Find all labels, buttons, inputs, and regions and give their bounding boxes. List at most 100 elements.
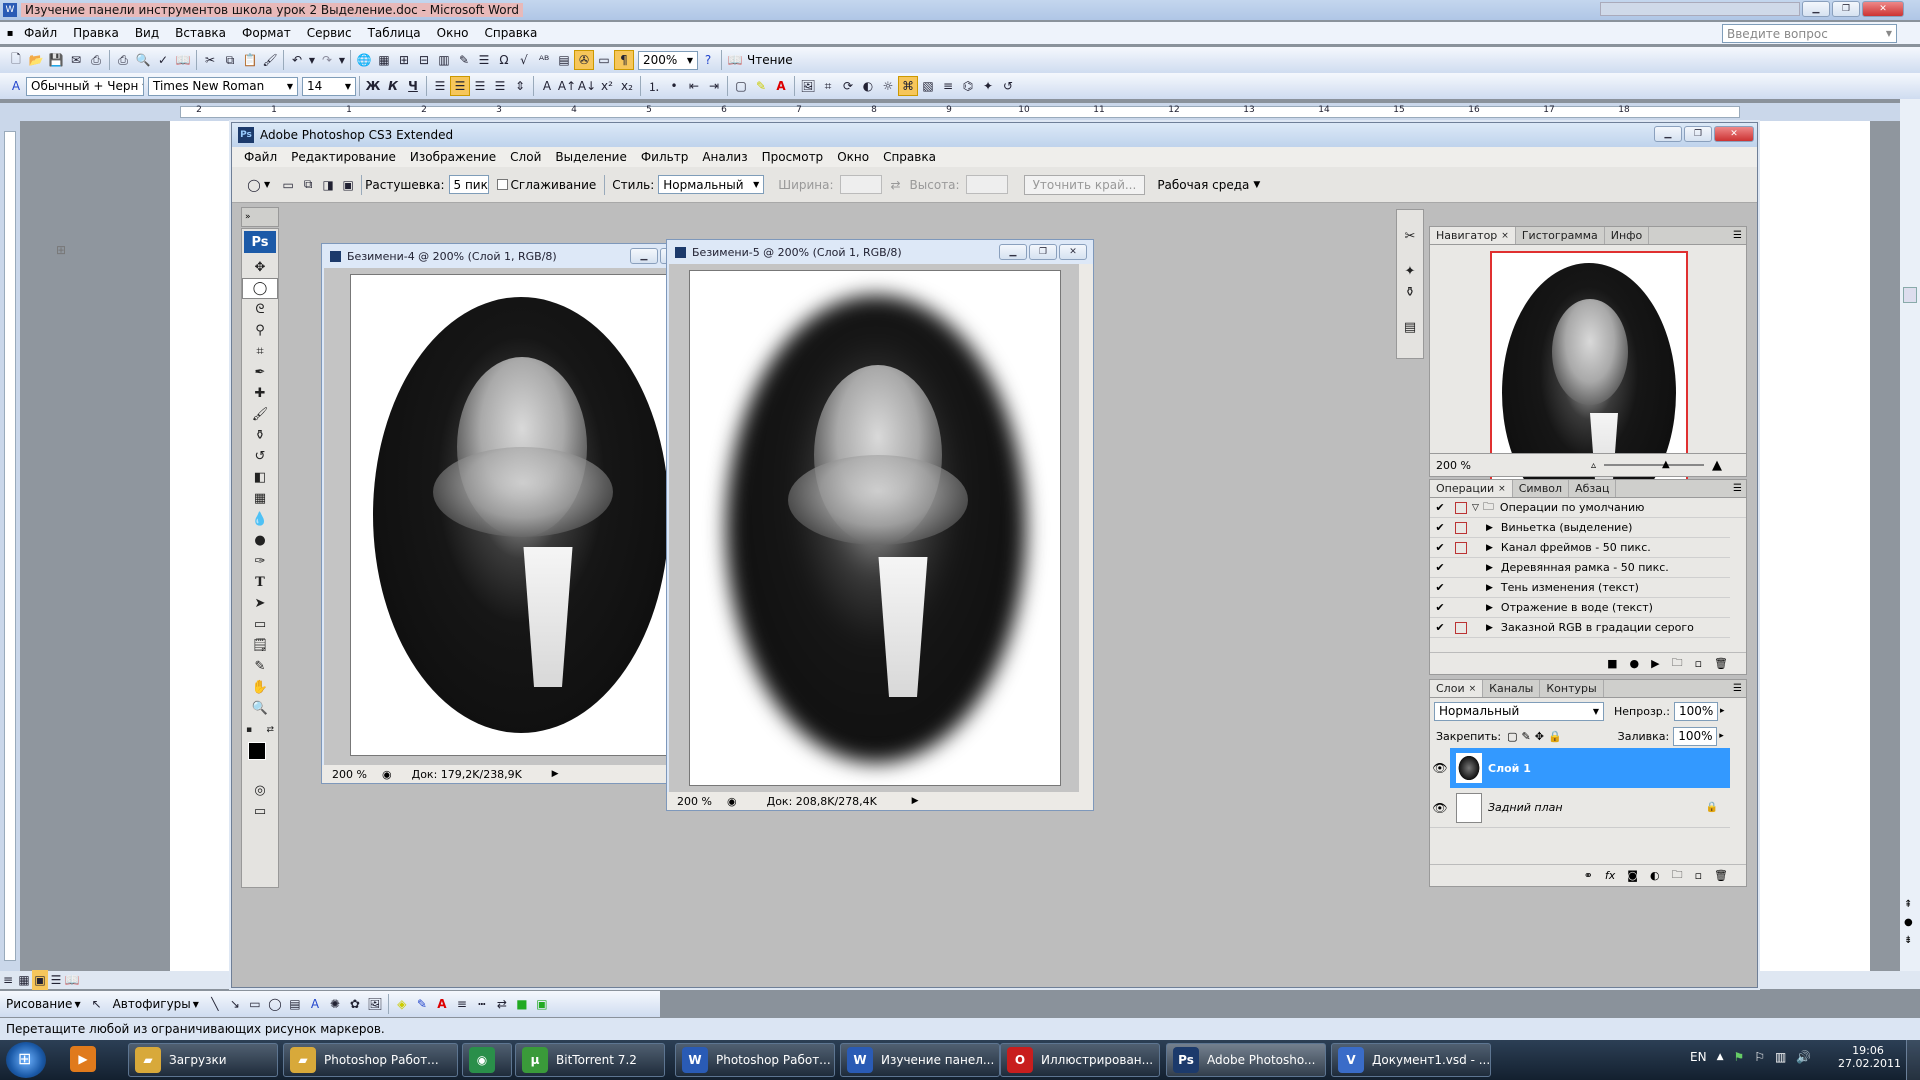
workspace-button[interactable]: Рабочая среда	[1157, 178, 1249, 192]
move-tool-icon[interactable]: ✥	[242, 257, 278, 278]
panel-tab[interactable]: Операции ×	[1430, 480, 1513, 497]
line-color-icon[interactable]: ✎	[412, 994, 432, 1014]
layer-name[interactable]: Слой 1	[1488, 762, 1531, 775]
action-row[interactable]: ✔ ▶ Виньетка (выделение)	[1430, 518, 1730, 538]
doc-window-1[interactable]: Безимени-4 @ 200% (Слой 1, RGB/8) ▁ ❐ ✕ …	[321, 243, 725, 784]
record-icon[interactable]: ●	[1629, 657, 1639, 670]
doc2-image[interactable]	[689, 270, 1061, 786]
format-picture-icon[interactable]: ▧	[918, 76, 938, 96]
doc2-canvas-area[interactable]	[669, 264, 1079, 792]
panel-tab[interactable]: Навигатор ×	[1430, 227, 1516, 244]
crop-tool-icon[interactable]: ⌗	[242, 341, 278, 362]
pen-tool-icon[interactable]: ✑	[242, 551, 278, 572]
doc1-canvas-area[interactable]	[324, 268, 710, 765]
doc2-title-bar[interactable]: Безимени-5 @ 200% (Слой 1, RGB/8) ▁ ❐ ✕	[667, 240, 1093, 264]
tab-close-icon[interactable]: ×	[1501, 231, 1509, 241]
action-dialog-icon[interactable]	[1455, 521, 1467, 534]
action-check-icon[interactable]: ✔	[1434, 601, 1446, 614]
style-select[interactable]: Обычный + Черн▼	[26, 76, 144, 96]
language-indicator[interactable]: EN	[1690, 1050, 1707, 1064]
panel-menu-icon[interactable]: ☰	[1733, 230, 1742, 241]
expand-icon[interactable]: ▶	[1486, 563, 1493, 573]
compress-icon[interactable]: ⌬	[958, 76, 978, 96]
clone-source-icon[interactable]: ⚱	[1397, 282, 1423, 303]
adjustment-layer-icon[interactable]: ◐	[1650, 869, 1660, 882]
paste-icon[interactable]: 📋	[240, 50, 260, 70]
prev-page-icon[interactable]: ⇞	[1904, 899, 1912, 910]
wordart-icon[interactable]: A	[305, 994, 325, 1014]
network-icon[interactable]: ▥	[1775, 1050, 1786, 1064]
word-menu-item[interactable]: Файл	[24, 26, 57, 40]
taskbar-button[interactable]: ▰ Photoshop Работ...	[283, 1043, 458, 1077]
blur-tool-icon[interactable]: 💧	[242, 509, 278, 530]
quick-mask-icon[interactable]: ◎	[242, 780, 278, 801]
styles-icon[interactable]: A	[6, 76, 26, 96]
ps-menu-item[interactable]: Изображение	[410, 150, 496, 164]
doc2-close-button[interactable]: ✕	[1059, 244, 1087, 260]
action-row[interactable]: ✔ ▶ Заказной RGB в градации серого	[1430, 618, 1730, 638]
visibility-eye-icon[interactable]: 👁	[1430, 748, 1450, 788]
word-menu-item[interactable]: Окно	[437, 26, 469, 40]
eraser-tool-icon[interactable]: ◧	[242, 467, 278, 488]
color-swatches[interactable]	[242, 740, 278, 780]
word-menu-item[interactable]: Правка	[73, 26, 119, 40]
select-objects-icon[interactable]: ↖	[87, 994, 107, 1014]
undo-arrow-icon[interactable]: ▼	[307, 50, 317, 70]
toolbar-grid-icon[interactable]: ▤	[554, 50, 574, 70]
diagram-icon[interactable]: ✺	[325, 994, 345, 1014]
redo-icon[interactable]: ↷	[317, 50, 337, 70]
word-menu-icon[interactable]: ▪	[0, 28, 20, 39]
word-menu-item[interactable]: Справка	[485, 26, 538, 40]
3d-icon[interactable]: ▣	[532, 994, 552, 1014]
taskbar-button[interactable]: O Иллюстрирован...	[1000, 1043, 1160, 1077]
lock-image-icon[interactable]: ✎	[1522, 730, 1531, 743]
layer-comps-icon[interactable]: ▤	[1397, 317, 1423, 338]
taskbar-button[interactable]: μ BitTorrent 7.2	[515, 1043, 665, 1077]
picture-icon[interactable]: 🖼	[798, 76, 818, 96]
new-group-icon[interactable]: 🗀	[1672, 866, 1683, 885]
bold-button[interactable]: Ж	[363, 76, 383, 96]
line-style-icon[interactable]: ≡	[938, 76, 958, 96]
doc2-status-icon[interactable]: ◉	[727, 795, 737, 808]
justify-icon[interactable]: ☰	[490, 76, 510, 96]
refine-edge-button[interactable]: Уточнить край...	[1023, 174, 1146, 195]
format-painter-icon[interactable]: 🖌	[260, 50, 280, 70]
action-row[interactable]: ✔ ▶ Канал фреймов - 50 пикс.	[1430, 538, 1730, 558]
delete-action-icon[interactable]: 🗑	[1714, 657, 1728, 670]
outline-view-icon[interactable]: ☰	[48, 970, 64, 990]
expand-icon[interactable]: ▶	[1486, 543, 1493, 553]
formula-icon[interactable]: √	[514, 50, 534, 70]
drawing-icon[interactable]: ✎	[454, 50, 474, 70]
word-minimize-button[interactable]: ▁	[1802, 1, 1830, 17]
layer-row-1[interactable]: 👁 Слой 1	[1430, 748, 1730, 788]
doc1-status-menu-icon[interactable]: ▶	[552, 769, 559, 779]
taskbar-button[interactable]: W Photoshop Работ...	[675, 1043, 835, 1077]
vertical-ruler[interactable]	[0, 121, 20, 971]
clone-stamp-icon[interactable]: ⚱	[242, 425, 278, 446]
spelling-icon[interactable]: ✓	[153, 50, 173, 70]
ps-restore-button[interactable]: ❐	[1684, 126, 1712, 142]
height-input[interactable]	[965, 175, 1008, 194]
help-icon[interactable]: ?	[698, 50, 718, 70]
word-menu-item[interactable]: Вставка	[175, 26, 226, 40]
font-select[interactable]: Times New Roman ▼	[148, 76, 298, 96]
doc-window-2[interactable]: Безимени-5 @ 200% (Слой 1, RGB/8) ▁ ❐ ✕ …	[666, 239, 1094, 811]
layer-thumbnail[interactable]	[1456, 753, 1482, 783]
action-dialog-icon[interactable]	[1455, 541, 1467, 554]
tables-borders-icon[interactable]: ▦	[374, 50, 394, 70]
panel-menu-icon[interactable]: ☰	[1733, 483, 1742, 494]
align-right-icon[interactable]: ☰	[470, 76, 490, 96]
reading-layout-icon[interactable]: 📖	[725, 50, 745, 70]
line-tool-icon[interactable]: ╲	[205, 994, 225, 1014]
action-check-icon[interactable]: ✔	[1434, 541, 1446, 554]
align-left-icon[interactable]: ☰	[430, 76, 450, 96]
new-icon[interactable]: 🗋	[6, 50, 26, 70]
show-hide-marks-icon[interactable]: ¶	[614, 50, 634, 70]
new-selection-icon[interactable]: ▭	[278, 175, 298, 195]
redo-arrow-icon[interactable]: ▼	[337, 50, 347, 70]
ps-menu-item[interactable]: Просмотр	[762, 150, 824, 164]
tray-flag-icon[interactable]: ⚐	[1754, 1050, 1765, 1064]
layer-style-icon[interactable]: fx	[1605, 869, 1615, 882]
word-close-button[interactable]: ✕	[1862, 1, 1904, 17]
ps-close-button[interactable]: ✕	[1714, 126, 1754, 142]
